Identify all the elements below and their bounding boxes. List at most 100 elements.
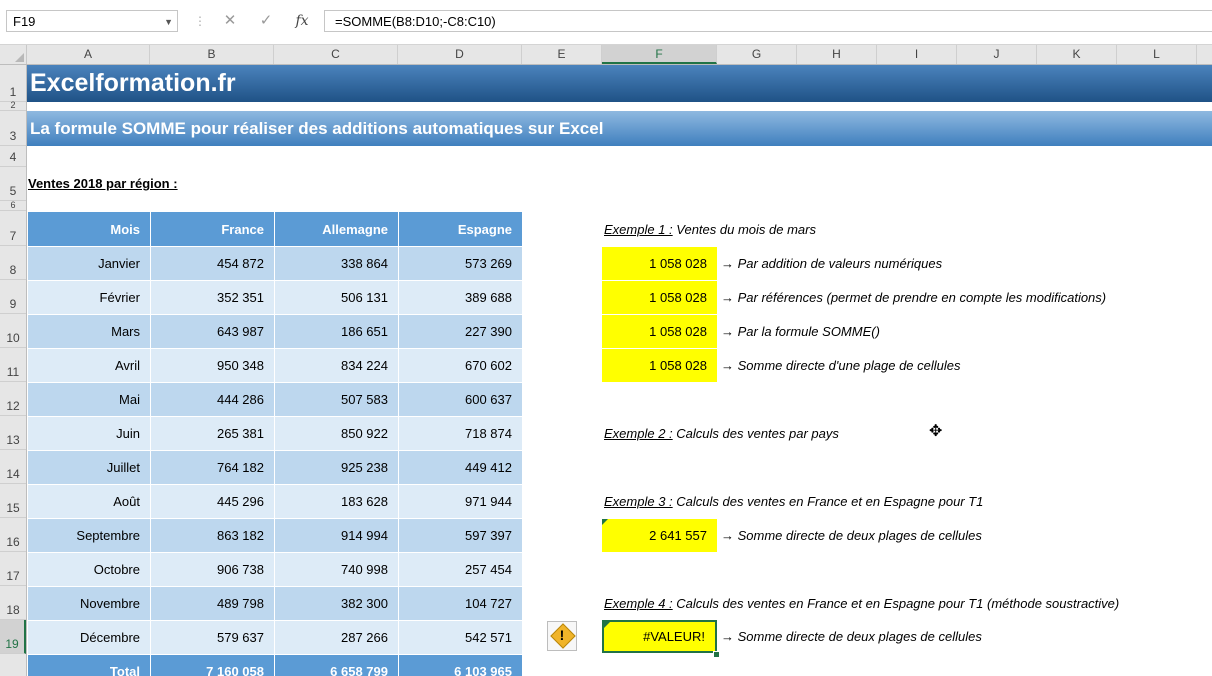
cell[interactable]: 670 602 xyxy=(398,348,523,383)
cell[interactable]: 104 727 xyxy=(398,586,523,621)
chevron-down-icon[interactable]: ▼ xyxy=(164,11,173,33)
column-header-k[interactable]: K xyxy=(1037,45,1117,64)
cell[interactable]: 444 286 xyxy=(150,382,275,417)
cell[interactable]: Octobre xyxy=(27,552,151,587)
cell[interactable]: 506 131 xyxy=(274,280,399,315)
cell[interactable]: 863 182 xyxy=(150,518,275,553)
cell[interactable]: 489 798 xyxy=(150,586,275,621)
table-header-allemagne[interactable]: Allemagne xyxy=(274,211,399,247)
cell[interactable]: 227 390 xyxy=(398,314,523,349)
row-header-13[interactable]: 13 xyxy=(0,416,26,450)
row-header-14[interactable]: 14 xyxy=(0,450,26,484)
cell[interactable]: Décembre xyxy=(27,620,151,655)
error-warning-button[interactable]: ! xyxy=(547,621,577,651)
cell[interactable]: 740 998 xyxy=(274,552,399,587)
cell[interactable]: Janvier xyxy=(27,246,151,281)
table-header-france[interactable]: France xyxy=(150,211,275,247)
column-header-i[interactable]: I xyxy=(877,45,957,64)
select-all-button[interactable] xyxy=(0,45,27,64)
cell[interactable]: 764 182 xyxy=(150,450,275,485)
row-header-17[interactable]: 17 xyxy=(0,552,26,586)
row-header-15[interactable]: 15 xyxy=(0,484,26,518)
cell[interactable]: 338 864 xyxy=(274,246,399,281)
cell[interactable]: Février xyxy=(27,280,151,315)
cell[interactable]: 7 160 058 xyxy=(150,654,275,676)
row-header-6[interactable]: 6 xyxy=(0,200,26,211)
cell[interactable]: 925 238 xyxy=(274,450,399,485)
cell[interactable]: 542 571 xyxy=(398,620,523,655)
cell[interactable]: 382 300 xyxy=(274,586,399,621)
column-header-d[interactable]: D xyxy=(398,45,522,64)
example-1-cell-4[interactable]: 1 058 028 xyxy=(602,349,717,382)
column-header-g[interactable]: G xyxy=(717,45,797,64)
row-header-3[interactable]: 3 xyxy=(0,111,26,146)
example-1-cell-2[interactable]: 1 058 028 xyxy=(602,281,717,314)
cell[interactable]: Août xyxy=(27,484,151,519)
column-header-l[interactable]: L xyxy=(1117,45,1197,64)
insert-function-icon[interactable]: fx xyxy=(290,10,314,32)
cell[interactable]: 454 872 xyxy=(150,246,275,281)
cell[interactable]: 906 738 xyxy=(150,552,275,587)
column-header-b[interactable]: B xyxy=(150,45,274,64)
cell[interactable]: Avril xyxy=(27,348,151,383)
row-header-10[interactable]: 10 xyxy=(0,314,26,348)
column-header-c[interactable]: C xyxy=(274,45,398,64)
cell[interactable]: 950 348 xyxy=(150,348,275,383)
example-3-cell[interactable]: 2 641 557 xyxy=(602,519,717,552)
row-header-11[interactable]: 11 xyxy=(0,348,26,382)
column-header-e[interactable]: E xyxy=(522,45,602,64)
row-header-8[interactable]: 8 xyxy=(0,246,26,280)
column-header-j[interactable]: J xyxy=(957,45,1037,64)
row-header-7[interactable]: 7 xyxy=(0,211,26,246)
row-header-19[interactable]: 19 xyxy=(0,620,26,654)
cell[interactable]: Mai xyxy=(27,382,151,417)
cell[interactable]: 507 583 xyxy=(274,382,399,417)
enter-icon[interactable]: ✓ xyxy=(254,10,278,32)
cell[interactable]: 449 412 xyxy=(398,450,523,485)
cell[interactable]: 257 454 xyxy=(398,552,523,587)
row-header-9[interactable]: 9 xyxy=(0,280,26,314)
row-header-12[interactable]: 12 xyxy=(0,382,26,416)
cell[interactable]: 850 922 xyxy=(274,416,399,451)
column-header-f[interactable]: F xyxy=(602,45,717,64)
row-header-16[interactable]: 16 xyxy=(0,518,26,552)
cell[interactable]: Juin xyxy=(27,416,151,451)
cell[interactable]: Mars xyxy=(27,314,151,349)
row-header-1[interactable]: 1 xyxy=(0,65,26,102)
cell[interactable]: 643 987 xyxy=(150,314,275,349)
cell[interactable]: 389 688 xyxy=(398,280,523,315)
row-header-5[interactable]: 5 xyxy=(0,167,26,201)
row-header-2[interactable]: 2 xyxy=(0,100,26,111)
name-box[interactable]: F19 ▼ xyxy=(6,10,178,32)
cell[interactable]: 287 266 xyxy=(274,620,399,655)
cell[interactable]: Juillet xyxy=(27,450,151,485)
cell[interactable]: Septembre xyxy=(27,518,151,553)
row-header-4[interactable]: 4 xyxy=(0,146,26,167)
worksheet-grid[interactable]: Excelformation.fr La formule SOMME pour … xyxy=(27,65,1212,676)
formula-input[interactable]: =SOMME(B8:D10;-C8:C10) xyxy=(324,10,1212,32)
cell[interactable]: 600 637 xyxy=(398,382,523,417)
example-1-cell-3[interactable]: 1 058 028 xyxy=(602,315,717,348)
cell[interactable]: 718 874 xyxy=(398,416,523,451)
cell[interactable]: 186 651 xyxy=(274,314,399,349)
column-header-a[interactable]: A xyxy=(27,45,150,64)
cell[interactable]: 834 224 xyxy=(274,348,399,383)
fill-handle[interactable] xyxy=(713,651,720,658)
cell[interactable]: 971 944 xyxy=(398,484,523,519)
cell[interactable]: 445 296 xyxy=(150,484,275,519)
cell[interactable]: 573 269 xyxy=(398,246,523,281)
column-header-h[interactable]: H xyxy=(797,45,877,64)
cell[interactable]: Total xyxy=(27,654,151,676)
cell[interactable]: 579 637 xyxy=(150,620,275,655)
cell[interactable]: Novembre xyxy=(27,586,151,621)
table-header-espagne[interactable]: Espagne xyxy=(398,211,523,247)
cell[interactable]: 183 628 xyxy=(274,484,399,519)
cell[interactable]: 352 351 xyxy=(150,280,275,315)
cell[interactable]: 6 103 965 xyxy=(398,654,523,676)
table-header-mois[interactable]: Mois xyxy=(27,211,151,247)
cell[interactable]: 597 397 xyxy=(398,518,523,553)
cell[interactable]: 6 658 799 xyxy=(274,654,399,676)
example-1-cell-1[interactable]: 1 058 028 xyxy=(602,247,717,280)
cell[interactable]: 914 994 xyxy=(274,518,399,553)
cell[interactable]: 265 381 xyxy=(150,416,275,451)
